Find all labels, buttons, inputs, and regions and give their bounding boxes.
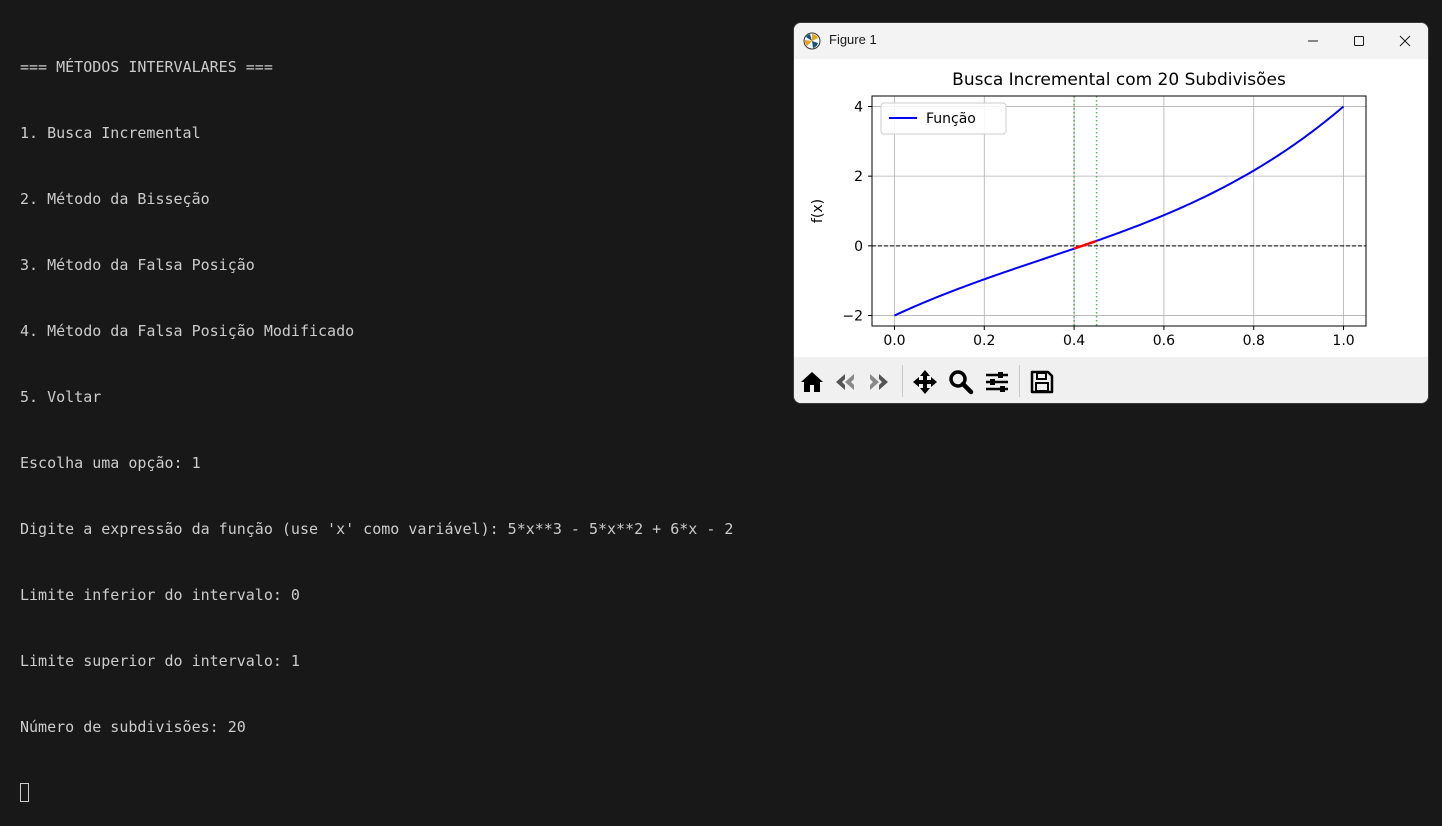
x-tick-label: 0.8 xyxy=(1243,333,1265,349)
close-button[interactable] xyxy=(1382,23,1428,59)
x-tick-label: 0.4 xyxy=(1063,333,1085,349)
pan-icon xyxy=(913,370,937,394)
pan-button[interactable] xyxy=(911,368,939,396)
chart-title: Busca Incremental com 20 Subdivisões xyxy=(952,70,1286,90)
matplotlib-icon xyxy=(803,32,821,54)
terminal-output: === MÉTODOS INTERVALARES === 1. Busca In… xyxy=(20,12,733,826)
maximize-button[interactable] xyxy=(1336,23,1382,59)
text-cursor xyxy=(20,783,29,802)
chart: Busca Incremental com 20 Subdivisões 0.0 0… xyxy=(810,70,1367,349)
window-title: Figure 1 xyxy=(829,32,877,47)
save-icon xyxy=(1030,370,1054,394)
function-line xyxy=(894,105,1345,317)
figure-window: Figure 1 Busca Incremental com 20 Subdiv… xyxy=(793,22,1429,404)
figure-toolbar xyxy=(794,357,1428,403)
back-button[interactable] xyxy=(832,368,860,396)
home-icon xyxy=(801,372,823,392)
legend-label: Função xyxy=(926,111,976,127)
y-tick-label: 2 xyxy=(854,169,863,185)
minimize-icon xyxy=(1308,40,1318,42)
terminal-line: Digite a expressão da função (use 'x' co… xyxy=(20,520,734,538)
terminal-line: === MÉTODOS INTERVALARES === xyxy=(20,58,273,76)
x-tick-label: 0.0 xyxy=(883,333,905,349)
y-axis-label: f(x) xyxy=(810,199,826,223)
close-icon xyxy=(1399,35,1411,47)
terminal-line: Número de subdivisões: 20 xyxy=(20,718,246,736)
maximize-icon xyxy=(1354,36,1364,46)
minimize-button[interactable] xyxy=(1290,23,1336,59)
terminal-line: Limite superior do intervalo: 1 xyxy=(20,652,300,670)
save-button[interactable] xyxy=(1028,368,1056,396)
toolbar-separator xyxy=(1019,365,1020,397)
forward-icon xyxy=(870,374,888,390)
x-tick-label: 0.6 xyxy=(1153,333,1175,349)
terminal-line: 3. Método da Falsa Posição xyxy=(20,256,255,274)
plot-area[interactable]: Busca Incremental com 20 Subdivisões 0.0 0… xyxy=(794,59,1428,357)
terminal-line: 5. Voltar xyxy=(20,388,102,406)
zoom-button[interactable] xyxy=(947,368,975,396)
terminal-line: Escolha uma opção: 1 xyxy=(20,454,201,472)
y-tick-label: −2 xyxy=(842,309,863,325)
y-tick-label: 0 xyxy=(854,239,863,255)
back-icon xyxy=(836,374,854,390)
terminal-line: Limite inferior do intervalo: 0 xyxy=(20,586,300,604)
toolbar-separator xyxy=(902,365,903,397)
home-button[interactable] xyxy=(798,368,826,396)
y-tick-label: 4 xyxy=(854,99,863,115)
window-titlebar[interactable]: Figure 1 xyxy=(794,23,1428,59)
zoom-icon xyxy=(949,370,974,395)
x-tick-label: 1.0 xyxy=(1332,333,1354,349)
terminal-line: 4. Método da Falsa Posição Modificado xyxy=(20,322,355,340)
x-tick-label: 0.2 xyxy=(973,333,995,349)
terminal-line: 2. Método da Bisseção xyxy=(20,190,210,208)
configure-subplots-icon xyxy=(986,372,1008,392)
root-interval-segment xyxy=(1073,239,1097,250)
terminal-cursor-line[interactable] xyxy=(20,782,733,804)
forward-button[interactable] xyxy=(864,368,892,396)
configure-subplots-button[interactable] xyxy=(983,368,1011,396)
terminal-line: 1. Busca Incremental xyxy=(20,124,201,142)
